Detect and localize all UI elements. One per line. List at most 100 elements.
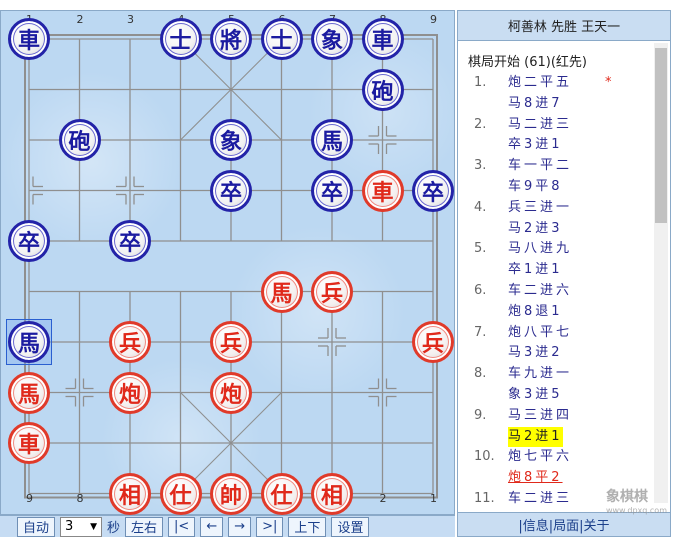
move-text[interactable]: 马二进三 xyxy=(508,115,572,136)
move-text[interactable]: 车9平8 xyxy=(508,177,563,198)
black-piece[interactable]: 卒 xyxy=(109,220,151,262)
watermark: 象棋棋 www.dpxq.com xyxy=(606,486,667,515)
red-piece[interactable]: 兵 xyxy=(210,321,252,363)
black-piece[interactable]: 馬 xyxy=(311,119,353,161)
comment-mark-icon: * xyxy=(605,75,612,90)
prev-move-button[interactable]: ← xyxy=(200,516,224,537)
file-number-bottom: 9 xyxy=(26,492,33,505)
black-piece[interactable]: 卒 xyxy=(412,169,454,212)
black-piece[interactable]: 砲 xyxy=(58,119,101,161)
black-piece[interactable]: 馬 xyxy=(8,321,50,363)
red-piece[interactable]: 兵 xyxy=(109,321,151,363)
red-piece[interactable]: 相 xyxy=(311,472,353,515)
flip-up-down-button[interactable]: 上下 xyxy=(288,516,327,537)
scrollbar-thumb[interactable] xyxy=(655,48,667,223)
chevron-down-icon: ▼ xyxy=(90,521,98,532)
move-text[interactable]: 炮8退1 xyxy=(508,302,563,323)
move-text[interactable]: 卒3进1 xyxy=(508,135,563,156)
move-number: 7. xyxy=(474,324,487,340)
move-row-red[interactable]: 5. 马八进九 xyxy=(468,239,653,260)
move-text[interactable]: 炮二平五 xyxy=(508,73,572,94)
move-row-red[interactable]: 10. 炮七平六 xyxy=(468,447,653,468)
move-text[interactable]: 马3进2 xyxy=(508,343,563,364)
move-text[interactable]: 车二进六 xyxy=(508,281,572,302)
red-piece[interactable]: 帥 xyxy=(210,472,252,515)
move-number: 3. xyxy=(474,158,487,174)
move-text[interactable]: 卒1进1 xyxy=(508,260,563,281)
red-piece[interactable]: 炮 xyxy=(210,371,252,414)
move-text[interactable]: 马八进九 xyxy=(508,239,572,260)
move-row-black[interactable]: 象3进5 xyxy=(468,385,653,406)
panel-footer-tabs[interactable]: |信息|局面|关于 xyxy=(458,512,670,536)
red-piece[interactable]: 馬 xyxy=(260,270,303,313)
seconds-unit: 秒 xyxy=(107,521,121,536)
move-row-red[interactable]: 6. 车二进六 xyxy=(468,281,653,302)
seconds-select[interactable]: 3 ▼ xyxy=(60,516,103,537)
red-piece[interactable]: 車 xyxy=(361,169,404,212)
red-piece[interactable]: 車 xyxy=(8,422,50,464)
move-row-red[interactable]: 1. 炮二平五 * xyxy=(468,73,653,94)
black-piece[interactable]: 車 xyxy=(361,18,404,60)
black-piece[interactable]: 將 xyxy=(210,18,252,60)
flip-left-right-button[interactable]: 左右 xyxy=(125,516,164,537)
first-move-button[interactable]: |< xyxy=(168,516,196,537)
red-piece[interactable]: 兵 xyxy=(311,270,353,313)
black-piece[interactable]: 卒 xyxy=(311,169,353,212)
red-piece[interactable]: 兵 xyxy=(412,321,454,363)
black-piece[interactable]: 象 xyxy=(210,119,252,161)
move-number: 9. xyxy=(474,407,487,423)
red-piece[interactable]: 相 xyxy=(109,472,151,515)
black-piece[interactable]: 卒 xyxy=(8,220,50,262)
move-number: 4. xyxy=(474,199,487,215)
move-row-black[interactable]: 马3进2 xyxy=(468,343,653,364)
game-start-header[interactable]: 棋局开始 (61)(红先) xyxy=(468,53,653,73)
move-text[interactable]: 炮七平六 xyxy=(508,447,572,468)
move-text[interactable]: 兵三进一 xyxy=(508,198,572,219)
black-piece[interactable]: 砲 xyxy=(361,68,404,111)
move-text[interactable]: 马三进四 xyxy=(508,406,572,427)
settings-button[interactable]: 设置 xyxy=(331,516,370,537)
move-text[interactable]: 马8进7 xyxy=(508,94,563,115)
black-piece[interactable]: 卒 xyxy=(210,169,252,212)
file-number-bottom: 8 xyxy=(76,492,84,505)
move-row-black[interactable]: 卒1进1 xyxy=(468,260,653,281)
move-number: 8. xyxy=(474,366,487,382)
red-piece[interactable]: 仕 xyxy=(159,472,202,515)
move-row-black[interactable]: 马8进7 xyxy=(468,94,653,115)
move-text[interactable]: 车九进一 xyxy=(508,364,572,385)
move-row-red[interactable]: 3. 车一平二 xyxy=(468,156,653,177)
move-row-black[interactable]: 炮8退1 xyxy=(468,302,653,323)
move-text[interactable]: 马2进3 xyxy=(508,219,563,240)
black-piece[interactable]: 象 xyxy=(311,18,353,60)
board-panel[interactable]: 123456789 987654321 車士將士象車砲砲象馬卒卒車卒卒卒馬兵馬兵… xyxy=(0,10,455,515)
next-move-button[interactable]: → xyxy=(228,516,252,537)
black-piece[interactable]: 士 xyxy=(159,18,202,60)
move-row-black[interactable]: 卒3进1 xyxy=(468,135,653,156)
move-number: 10. xyxy=(474,449,495,465)
red-piece[interactable]: 炮 xyxy=(109,371,151,414)
move-text[interactable]: 炮8平2 xyxy=(508,468,563,489)
move-row-red[interactable]: 7. 炮八平七 xyxy=(468,323,653,344)
red-piece[interactable]: 仕 xyxy=(260,472,303,515)
move-row-black[interactable]: 马2进1 xyxy=(468,426,653,448)
auto-play-button[interactable]: 自动 xyxy=(17,516,56,537)
red-piece[interactable]: 馬 xyxy=(8,371,50,414)
last-move-button[interactable]: >| xyxy=(256,516,284,537)
move-row-red[interactable]: 2. 马二进三 xyxy=(468,115,653,136)
move-text[interactable]: 马2进1 xyxy=(508,426,563,448)
move-list[interactable]: 棋局开始 (61)(红先) 1. 炮二平五 * 马8进7 2. 马二进三 卒3进1 3. 车一平… xyxy=(468,53,653,510)
move-text[interactable]: 象3进5 xyxy=(508,385,563,406)
black-piece[interactable]: 車 xyxy=(8,18,50,60)
move-row-black[interactable]: 马2进3 xyxy=(468,219,653,240)
move-row-red[interactable]: 9. 马三进四 xyxy=(468,406,653,427)
move-text[interactable]: 车一平二 xyxy=(508,156,572,177)
black-piece[interactable]: 士 xyxy=(260,18,303,60)
file-number-bottom: 2 xyxy=(379,492,387,505)
move-list-scrollbar[interactable] xyxy=(654,43,668,503)
move-text[interactable]: 炮八平七 xyxy=(508,323,572,344)
move-row-red[interactable]: 4. 兵三进一 xyxy=(468,198,653,219)
move-text[interactable]: 车二进三 xyxy=(508,489,572,510)
move-row-black[interactable]: 车9平8 xyxy=(468,177,653,198)
move-number: 11. xyxy=(474,490,495,506)
move-row-red[interactable]: 8. 车九进一 xyxy=(468,364,653,385)
